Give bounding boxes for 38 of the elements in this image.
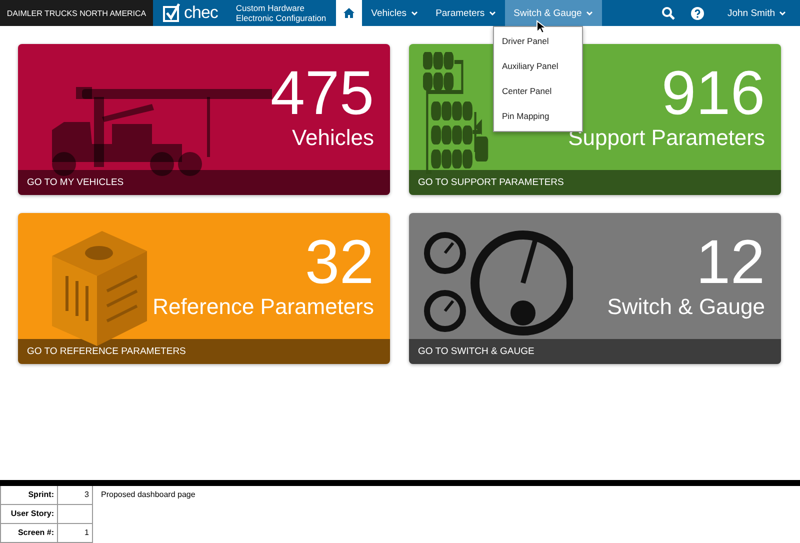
dropdown-item[interactable]: Driver Panel <box>494 29 582 54</box>
help-icon <box>691 6 704 20</box>
nav-menu[interactable]: Parameters <box>426 0 505 26</box>
logo-text: chec <box>184 3 218 23</box>
home-icon <box>343 7 356 19</box>
card-link[interactable]: GO TO SWITCH & GAUGE <box>409 339 781 364</box>
note-label: Screen #: <box>0 524 58 543</box>
card-link[interactable]: GO TO SUPPORT PARAMETERS <box>409 170 781 195</box>
stat-label: Reference Parameters <box>152 295 374 319</box>
dropdown-item[interactable]: Center Panel <box>494 79 582 104</box>
note-label: User Story: <box>0 505 58 524</box>
checkbox-logo-icon <box>161 3 181 23</box>
note-value: 1 <box>58 524 92 543</box>
stat-label: Support Parameters <box>568 126 765 150</box>
company-name: DAIMLER TRUCKS NORTH AMERICA <box>0 0 153 26</box>
stat-label: Vehicles <box>292 126 374 150</box>
card-link[interactable]: GO TO REFERENCE PARAMETERS <box>18 339 390 364</box>
home-button[interactable] <box>336 0 362 26</box>
stat-count: 32 <box>305 231 374 295</box>
tagline: Custom Hardware <box>236 3 306 13</box>
caret-icon <box>779 10 786 16</box>
dropdown-item[interactable]: Pin Mapping <box>494 104 582 129</box>
card-link[interactable]: GO TO MY VEHICLES <box>18 170 390 195</box>
caret-icon <box>488 10 496 16</box>
caret-icon <box>410 10 418 16</box>
caret-icon <box>586 10 593 16</box>
stat-label: Switch & Gauge <box>607 295 765 319</box>
note-label: Sprint: <box>0 486 58 505</box>
stat-count: 12 <box>696 231 765 295</box>
stat-count: 475 <box>270 62 374 126</box>
stat-count: 916 <box>662 62 765 126</box>
nav-menu[interactable]: Vehicles <box>362 0 427 26</box>
search-icon <box>662 6 676 20</box>
note-value: 3 <box>58 486 92 505</box>
tagline: Electronic Configuration <box>236 13 326 23</box>
user-menu[interactable]: John Smith <box>718 0 800 26</box>
dropdown-item[interactable]: Auxiliary Panel <box>494 54 582 79</box>
note-description: Proposed dashboard page <box>100 489 196 501</box>
